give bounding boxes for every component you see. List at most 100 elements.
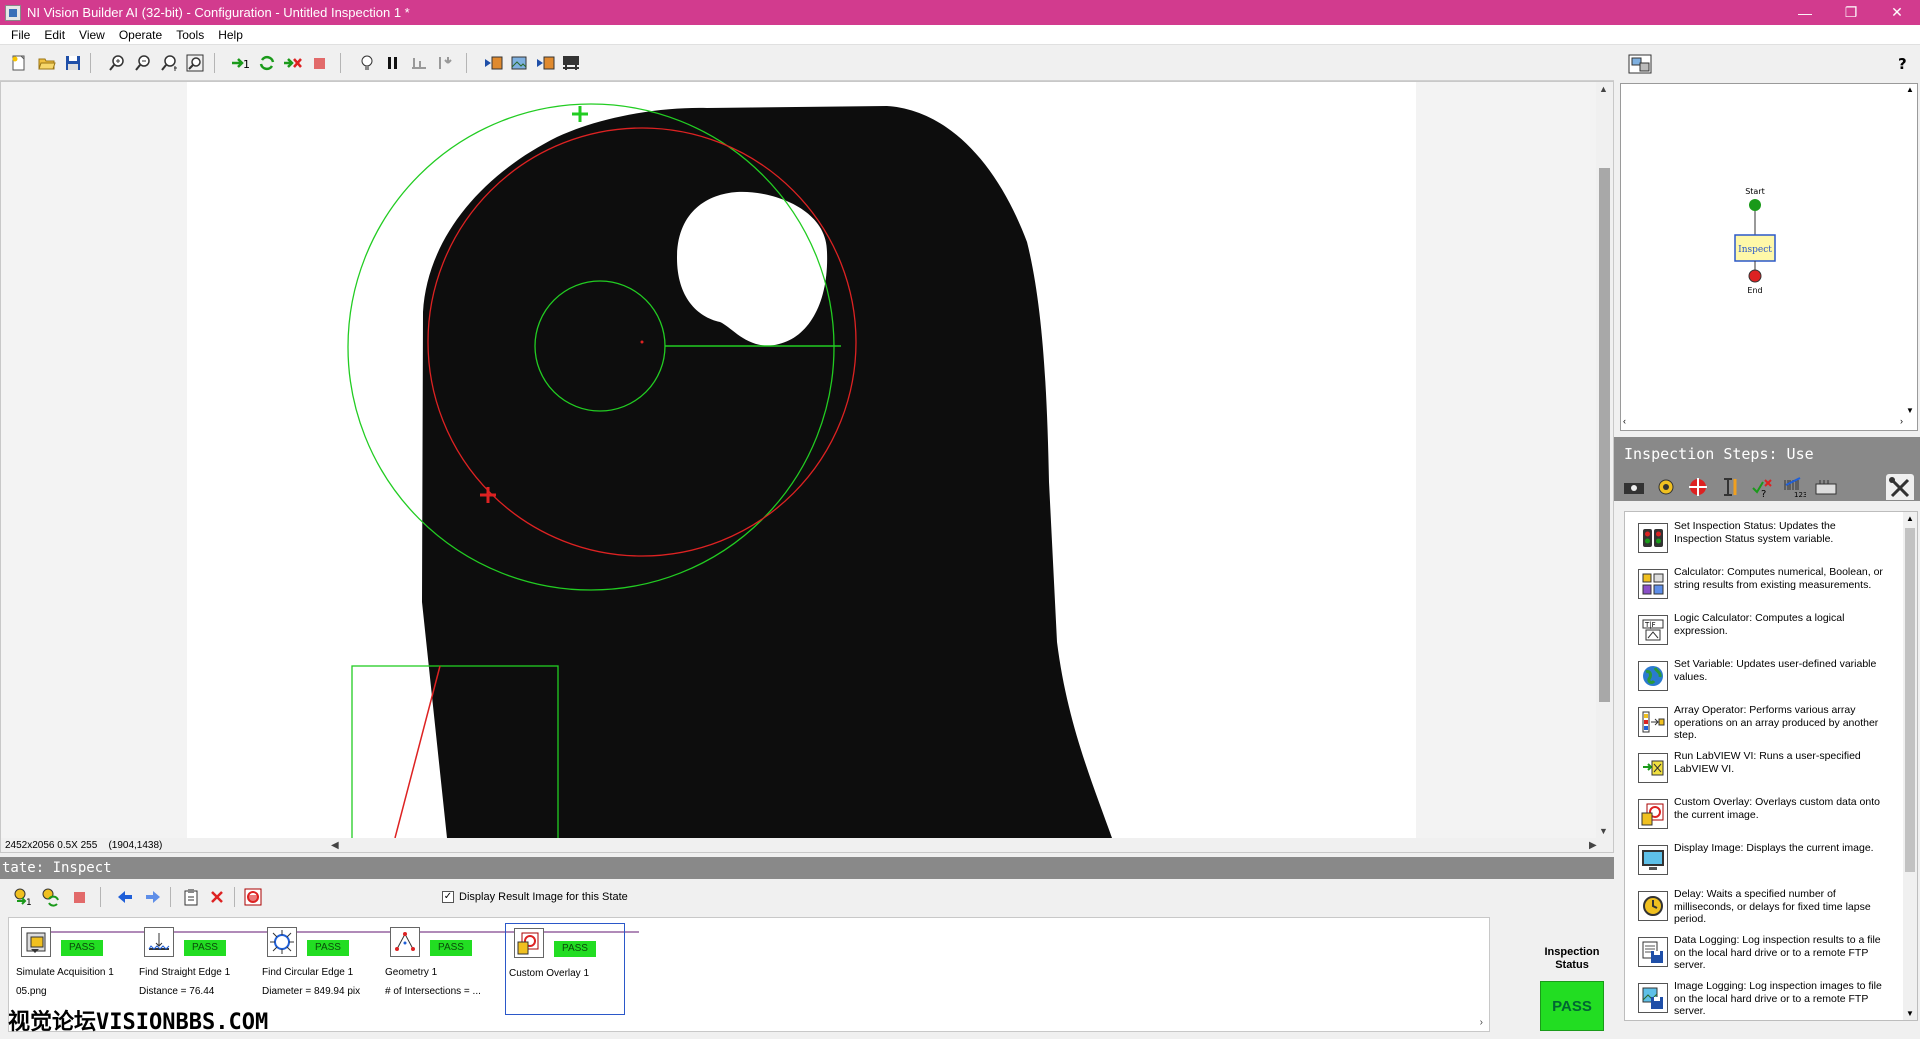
step-result: Diameter = 849.94 pix <box>262 986 361 997</box>
step-overlay-button[interactable] <box>242 886 264 908</box>
help-question-icon: ? <box>1898 55 1907 72</box>
scroll-left-icon[interactable]: ◀ <box>331 838 339 852</box>
scroll-right-icon[interactable]: › <box>1480 1017 1483 1028</box>
open-button[interactable] <box>36 52 58 74</box>
palette-item-calculator[interactable]: Calculator: Computes numerical, Boolean,… <box>1637 566 1907 610</box>
menu-view[interactable]: View <box>72 25 112 45</box>
display-image-icon <box>1638 845 1668 875</box>
image-viewer[interactable]: ▲ ▼ 2452x2056 0.5X 255 (1904,1438) ◀ ▶ <box>0 81 1614 853</box>
menu-edit[interactable]: Edit <box>37 25 72 45</box>
scroll-up-icon[interactable]: ▲ <box>1599 84 1608 94</box>
palette-item-logic-calculator[interactable]: T|F Logic Calculator: Computes a logical… <box>1637 612 1907 656</box>
scroll-right-icon[interactable]: › <box>1900 416 1903 426</box>
run-step-continuous-button[interactable] <box>40 886 62 908</box>
svg-text:1: 1 <box>26 898 32 907</box>
palette-item-array-operator[interactable]: Array Operator: Performs various array o… <box>1637 704 1907 748</box>
step-find-straight-edge[interactable]: PASS Find Straight Edge 1 Distance = 76.… <box>136 923 256 1015</box>
next-image-button[interactable] <box>534 52 556 74</box>
palette-item-data-logging[interactable]: Data Logging: Log inspection results to … <box>1637 934 1907 978</box>
zoom-1to1-icon <box>161 55 177 71</box>
menu-tools[interactable]: Tools <box>169 25 211 45</box>
image-canvas[interactable] <box>187 82 1416 838</box>
palette-item-delay[interactable]: Delay: Waits a specified number of milli… <box>1637 888 1907 932</box>
image-vertical-scrollbar[interactable]: ▲ ▼ <box>1596 82 1613 838</box>
step-into-button[interactable] <box>408 52 430 74</box>
stop-step-button[interactable] <box>68 886 90 908</box>
svg-text:T|F: T|F <box>1644 621 1656 629</box>
palette-scrollbar[interactable]: ▲ ▼ <box>1903 512 1917 1020</box>
step-result: Distance = 76.44 <box>139 986 215 997</box>
custom-overlay-icon <box>514 928 544 958</box>
tab-locate-features[interactable] <box>1684 474 1712 500</box>
zoom-in-button[interactable] <box>106 52 128 74</box>
tab-acquire-images[interactable] <box>1620 474 1648 500</box>
tab-communicate[interactable] <box>1812 474 1840 500</box>
scroll-thumb[interactable] <box>1599 168 1610 702</box>
menu-file[interactable]: File <box>4 25 37 45</box>
stop-button[interactable] <box>308 52 330 74</box>
watermark-text: 视觉论坛VISIONBBS.COM <box>8 1010 269 1035</box>
scroll-down-icon[interactable]: ▼ <box>1906 406 1914 415</box>
array-operator-icon <box>1638 707 1668 737</box>
checkbox-checked-icon[interactable]: ✓ <box>442 891 454 903</box>
step-find-circular-edge[interactable]: PASS Find Circular Edge 1 Diameter = 849… <box>259 923 379 1015</box>
image-display-toggle-button[interactable] <box>1626 52 1654 76</box>
tab-use-additional-tools[interactable] <box>1886 474 1914 500</box>
run-step-once-button[interactable]: 1 <box>12 886 34 908</box>
step-custom-overlay[interactable]: PASS Custom Overlay 1 <box>505 923 625 1015</box>
new-inspection-button[interactable] <box>8 52 30 74</box>
run-continuous-button[interactable] <box>256 52 278 74</box>
scroll-thumb[interactable] <box>1905 528 1915 872</box>
run-once-button[interactable]: 1 <box>230 52 252 74</box>
tab-measure-features[interactable] <box>1716 474 1744 500</box>
scroll-up-icon[interactable]: ▲ <box>1906 85 1914 94</box>
palette-item-run-labview-vi[interactable]: Run LabVIEW VI: Runs a user-specified La… <box>1637 750 1907 794</box>
diagram-horizontal-scrollbar[interactable]: ‹ › <box>1621 416 1905 430</box>
step-out-button[interactable] <box>434 52 456 74</box>
help-button[interactable]: ? <box>1892 52 1914 74</box>
state-diagram-panel[interactable]: Start Inspect End ▲ ▼ ‹ › <box>1620 83 1918 431</box>
scroll-right-icon[interactable]: ▶ <box>1589 838 1597 852</box>
palette-item-description: Display Image: Displays the current imag… <box>1674 842 1874 854</box>
scroll-up-icon[interactable]: ▲ <box>1906 514 1914 523</box>
minimize-button[interactable]: — <box>1782 0 1828 25</box>
zoom-out-button[interactable] <box>132 52 154 74</box>
acquire-image-button[interactable] <box>560 52 582 74</box>
palette-item-display-image[interactable]: Display Image: Displays the current imag… <box>1637 842 1907 886</box>
menu-help[interactable]: Help <box>211 25 250 45</box>
scroll-left-icon[interactable]: ‹ <box>1623 416 1626 426</box>
tab-check-for-presence[interactable]: ? <box>1748 474 1776 500</box>
scroll-down-icon[interactable]: ▼ <box>1599 826 1608 836</box>
save-button[interactable] <box>62 52 84 74</box>
step-status-badge: PASS <box>61 940 103 956</box>
zoom-1to1-button[interactable] <box>158 52 180 74</box>
app-window: NI Vision Builder AI (32-bit) - Configur… <box>0 0 1920 1039</box>
highlight-execution-button[interactable] <box>356 52 378 74</box>
pixel-coordinates: (1904,1438) <box>108 840 163 851</box>
display-result-checkbox[interactable]: ✓ Display Result Image for this State <box>442 891 628 903</box>
palette-item-set-inspection-status[interactable]: Set Inspection Status: Updates the Inspe… <box>1637 520 1907 564</box>
pause-button[interactable] <box>382 52 404 74</box>
zoom-fit-button[interactable] <box>184 52 206 74</box>
tab-enhance-images[interactable] <box>1652 474 1680 500</box>
palette-item-custom-overlay[interactable]: Custom Overlay: Overlays custom data ont… <box>1637 796 1907 840</box>
close-button[interactable]: ✕ <box>1874 0 1920 25</box>
run-until-fail-button[interactable] <box>282 52 304 74</box>
image-button[interactable] <box>508 52 530 74</box>
scroll-down-icon[interactable]: ▼ <box>1906 1009 1914 1018</box>
step-simulate-acquisition[interactable]: PASS Simulate Acquisition 1 05.png <box>13 923 133 1015</box>
tab-identify-parts[interactable]: 123 <box>1780 474 1808 500</box>
step-geometry[interactable]: PASS Geometry 1 # of Intersections = ... <box>382 923 502 1015</box>
palette-item-set-variable[interactable]: Set Variable: Updates user-defined varia… <box>1637 658 1907 702</box>
barcode-icon: 123 <box>1784 477 1806 498</box>
delete-step-button[interactable] <box>206 886 228 908</box>
maximize-button[interactable]: ❐ <box>1828 0 1874 25</box>
palette-item-description: Logic Calculator: Computes a logical exp… <box>1674 612 1845 637</box>
diagram-vertical-scrollbar[interactable]: ▲ ▼ <box>1903 84 1917 416</box>
menu-operate[interactable]: Operate <box>112 25 169 45</box>
paste-step-button[interactable] <box>180 886 202 908</box>
move-step-left-button[interactable] <box>114 886 136 908</box>
previous-image-button[interactable] <box>482 52 504 74</box>
move-step-right-button[interactable] <box>142 886 164 908</box>
palette-item-image-logging[interactable]: Image Logging: Log inspection images to … <box>1637 980 1907 1020</box>
